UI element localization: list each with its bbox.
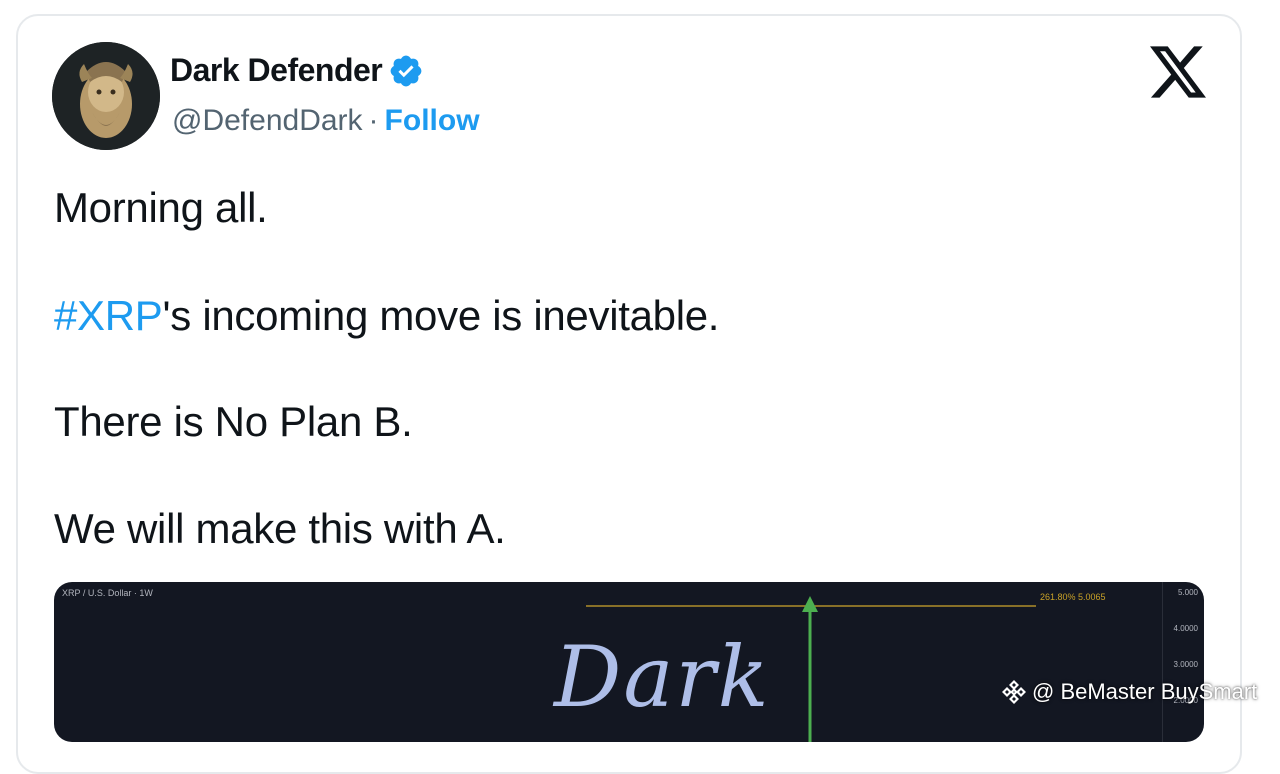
follow-button[interactable]: Follow [385, 104, 480, 138]
x-logo-icon[interactable] [1150, 46, 1206, 98]
axis-tick: 4.0000 [1173, 624, 1198, 633]
author-handle[interactable]: @DefendDark [172, 104, 363, 138]
author-handle-row: @DefendDark · Follow [172, 104, 480, 138]
dark-watermark-text: Dark [554, 628, 771, 726]
axis-tick: 3.0000 [1173, 660, 1198, 669]
tweet-text-line-2: #XRP's incoming move is inevitable. [54, 292, 719, 340]
hashtag-link[interactable]: #XRP [54, 292, 163, 339]
avatar[interactable] [52, 42, 160, 150]
author-display-name[interactable]: Dark Defender [170, 52, 383, 89]
watermark-text: @ BeMaster BuySmart [1032, 679, 1258, 704]
axis-tick: 5.000 [1177, 588, 1198, 597]
tweet-text-line-2-rest: 's incoming move is inevitable. [162, 292, 720, 339]
price-axis-divider [1162, 582, 1163, 742]
fib-price-label: 261.80% 5.0065 [1040, 592, 1106, 602]
tweet-text-line-4: We will make this with A. [54, 505, 506, 552]
handle-separator: · [368, 104, 379, 137]
verified-badge-icon [390, 55, 422, 86]
author-name-row: Dark Defender [170, 52, 424, 89]
green-arrow-head [802, 596, 818, 612]
tweet-text-line-3: There is No Plan B. [54, 398, 413, 445]
tweet-media-image[interactable]: XRP / U.S. Dollar · 1W 261.80% 5.0065 5.… [54, 582, 1204, 742]
tweet-text-line-1: Morning all. [54, 184, 268, 231]
avatar-image [52, 42, 160, 150]
bemaster-watermark: @ BeMaster BuySmart [1000, 678, 1257, 706]
binance-icon [1002, 680, 1026, 704]
